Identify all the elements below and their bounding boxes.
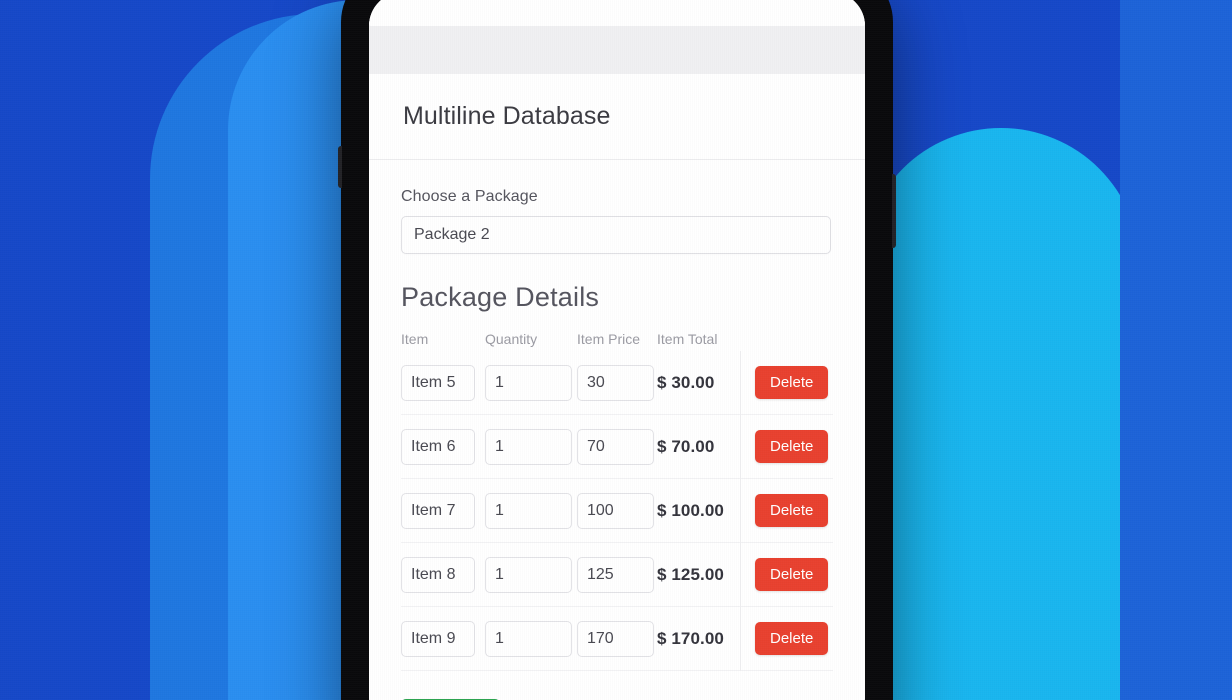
delete-row-button[interactable]: Delete bbox=[755, 494, 829, 527]
cell-total: $ 70.00 bbox=[657, 414, 741, 479]
cell-price bbox=[577, 556, 657, 593]
item-price-input[interactable] bbox=[577, 556, 654, 593]
cell-actions: Delete bbox=[741, 366, 833, 399]
item-name-input[interactable] bbox=[401, 620, 475, 657]
cell-item bbox=[401, 364, 485, 401]
cell-price bbox=[577, 428, 657, 465]
app-viewport: Multiline Database Choose a Package Pack… bbox=[369, 0, 865, 700]
item-price-input[interactable] bbox=[577, 428, 654, 465]
cell-total: $ 30.00 bbox=[657, 350, 741, 415]
cell-actions: Delete bbox=[741, 558, 833, 591]
cell-actions: Delete bbox=[741, 494, 833, 527]
cell-quantity bbox=[485, 556, 577, 593]
item-name-input[interactable] bbox=[401, 492, 475, 529]
item-price-input[interactable] bbox=[577, 364, 654, 401]
item-price-input[interactable] bbox=[577, 492, 654, 529]
quantity-input[interactable] bbox=[485, 556, 572, 593]
phone-power-button bbox=[892, 174, 896, 248]
table-rows-container: $ 30.00 Delete $ 70.00 Delete $ 100.00 Delete… bbox=[401, 350, 833, 671]
cell-total: $ 125.00 bbox=[657, 542, 741, 607]
screenshot-stage: Multiline Database Choose a Package Pack… bbox=[0, 0, 1232, 700]
cell-item bbox=[401, 492, 485, 529]
background-arch-right bbox=[862, 128, 1140, 700]
table-row: $ 100.00 Delete bbox=[401, 478, 833, 543]
background-panel-right bbox=[1120, 0, 1232, 700]
cell-actions: Delete bbox=[741, 430, 833, 463]
quantity-input[interactable] bbox=[485, 492, 572, 529]
item-total-value: $ 70.00 bbox=[657, 436, 715, 456]
package-details-table: Item Quantity Item Price Item Total $ 30… bbox=[401, 331, 833, 671]
column-header-total: Item Total bbox=[657, 331, 718, 347]
table-header-row: Item Quantity Item Price Item Total bbox=[401, 331, 833, 351]
choose-package-label: Choose a Package bbox=[401, 188, 538, 205]
cell-price bbox=[577, 492, 657, 529]
quantity-input[interactable] bbox=[485, 428, 572, 465]
table-row: $ 125.00 Delete bbox=[401, 542, 833, 607]
table-row: $ 70.00 Delete bbox=[401, 414, 833, 479]
cell-quantity bbox=[485, 364, 577, 401]
phone-screen: Multiline Database Choose a Package Pack… bbox=[369, 0, 865, 700]
cell-quantity bbox=[485, 492, 577, 529]
delete-row-button[interactable]: Delete bbox=[755, 366, 829, 399]
item-total-value: $ 100.00 bbox=[657, 500, 724, 520]
multiline-database-card: Multiline Database Choose a Package Pack… bbox=[369, 74, 865, 700]
delete-row-button[interactable]: Delete bbox=[755, 558, 829, 591]
cell-item bbox=[401, 556, 485, 593]
delete-row-button[interactable]: Delete bbox=[755, 622, 829, 655]
cell-price bbox=[577, 620, 657, 657]
item-total-value: $ 170.00 bbox=[657, 628, 724, 648]
cell-total: $ 100.00 bbox=[657, 478, 741, 543]
cell-price bbox=[577, 364, 657, 401]
column-header-quantity: Quantity bbox=[485, 331, 538, 347]
cell-quantity bbox=[485, 620, 577, 657]
cell-item bbox=[401, 428, 485, 465]
cell-item bbox=[401, 620, 485, 657]
cell-actions: Delete bbox=[741, 622, 833, 655]
item-name-input[interactable] bbox=[401, 364, 475, 401]
item-price-input[interactable] bbox=[577, 620, 654, 657]
quantity-input[interactable] bbox=[485, 364, 572, 401]
page-title: Multiline Database bbox=[403, 102, 611, 130]
delete-row-button[interactable]: Delete bbox=[755, 430, 829, 463]
table-row: $ 170.00 Delete bbox=[401, 606, 833, 671]
table-row: $ 30.00 Delete bbox=[401, 350, 833, 415]
previous-card-partial bbox=[369, 0, 865, 26]
item-total-value: $ 30.00 bbox=[657, 372, 715, 392]
column-header-price: Item Price bbox=[577, 331, 641, 347]
column-header-item: Item bbox=[401, 331, 429, 347]
phone-volume-button bbox=[338, 146, 342, 188]
card-body: Choose a Package Package Details Item Qu… bbox=[369, 160, 865, 700]
item-name-input[interactable] bbox=[401, 428, 475, 465]
item-name-input[interactable] bbox=[401, 556, 475, 593]
quantity-input[interactable] bbox=[485, 620, 572, 657]
cell-total: $ 170.00 bbox=[657, 606, 741, 671]
phone-device-frame: Multiline Database Choose a Package Pack… bbox=[338, 0, 896, 700]
item-total-value: $ 125.00 bbox=[657, 564, 724, 584]
package-details-heading: Package Details bbox=[401, 282, 600, 312]
choose-package-input[interactable] bbox=[401, 216, 831, 254]
cell-quantity bbox=[485, 428, 577, 465]
card-header: Multiline Database bbox=[369, 74, 865, 160]
